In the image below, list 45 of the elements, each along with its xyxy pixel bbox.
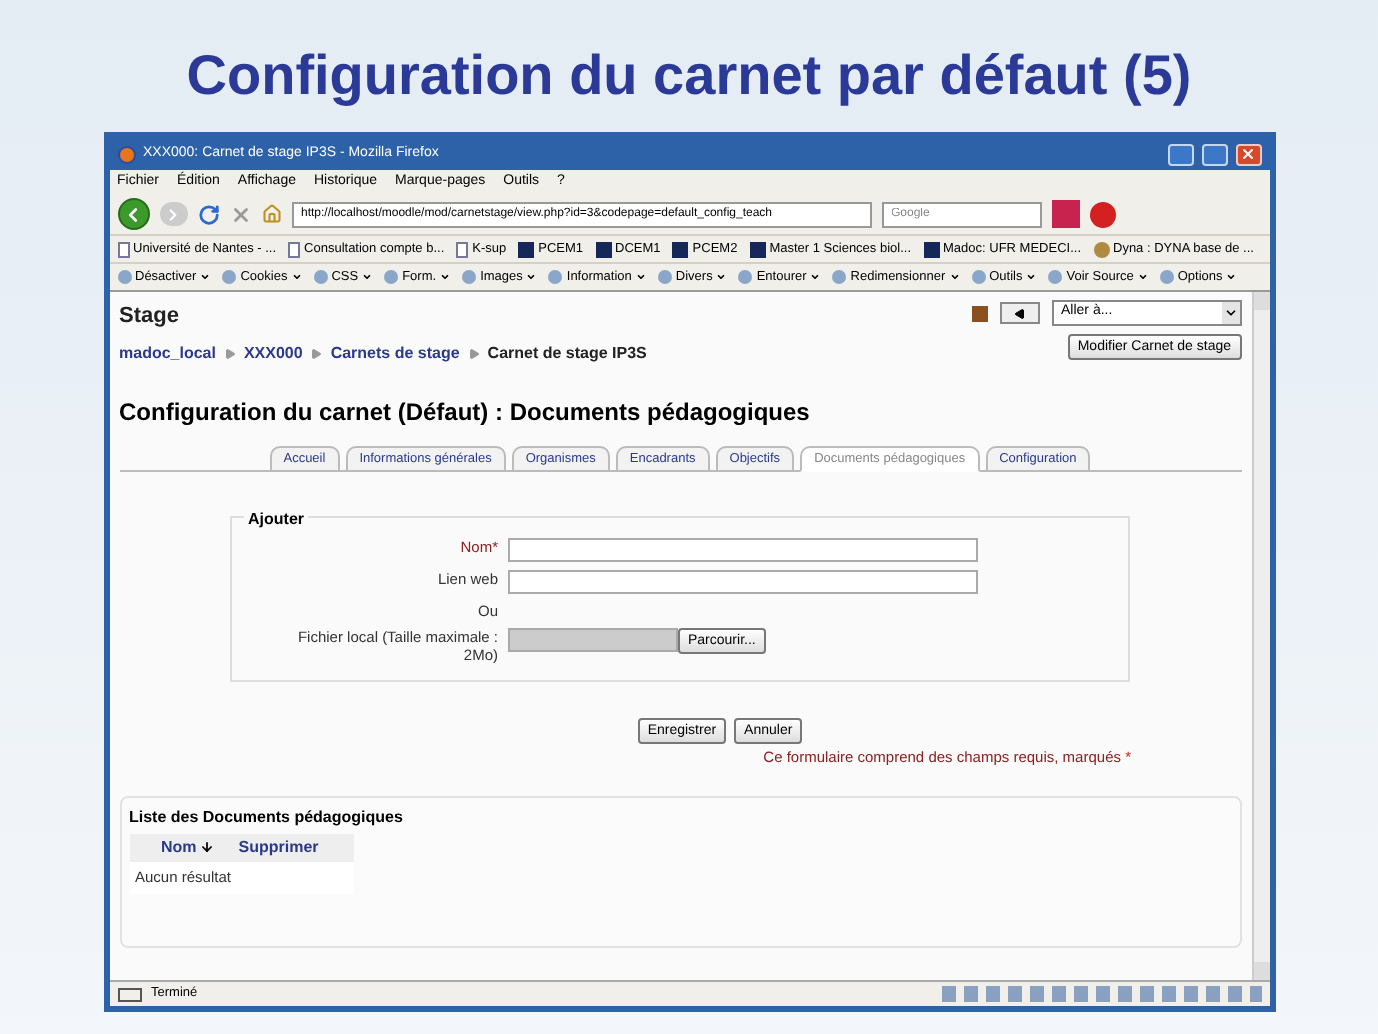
breadcrumb-arrow-icon bbox=[467, 347, 480, 359]
caret-icon bbox=[362, 272, 373, 282]
minimize-button[interactable] bbox=[1167, 143, 1193, 165]
home-icon[interactable] bbox=[261, 204, 281, 224]
text-field[interactable] bbox=[508, 569, 978, 593]
close-icon bbox=[1240, 146, 1256, 162]
breadcrumb-arrow-icon bbox=[310, 347, 323, 359]
caret-icon bbox=[635, 272, 646, 282]
caret-icon bbox=[291, 272, 302, 282]
reload-icon[interactable] bbox=[197, 203, 219, 225]
left-triangle-icon bbox=[1013, 307, 1025, 319]
form-legend: Ajouter bbox=[244, 507, 308, 531]
page-heading: Configuration du carnet (Défaut) : Documents pédagogiques bbox=[119, 395, 812, 429]
page-icon bbox=[117, 241, 129, 257]
caret-icon bbox=[526, 272, 537, 282]
column-header[interactable]: Nom bbox=[161, 835, 215, 860]
caret-icon bbox=[949, 272, 960, 282]
page-icon bbox=[288, 241, 301, 257]
caret-icon bbox=[810, 272, 821, 282]
status-bar-icon bbox=[117, 987, 141, 1001]
caret-icon bbox=[716, 272, 727, 282]
maximize-button[interactable] bbox=[1201, 143, 1227, 165]
text-field[interactable] bbox=[508, 537, 978, 561]
breadcrumb-link[interactable]: Carnets de stage bbox=[330, 341, 460, 365]
close-button[interactable] bbox=[1235, 143, 1261, 165]
breadcrumb-link[interactable]: madoc_local bbox=[119, 341, 216, 365]
caret-icon bbox=[440, 272, 451, 282]
breadcrumb-current: Carnet de stage IP3S bbox=[487, 341, 647, 365]
caret-icon bbox=[1226, 272, 1237, 282]
site-title: Stage bbox=[119, 302, 181, 332]
breadcrumb-link[interactable]: XXX000 bbox=[243, 341, 303, 365]
breadcrumb-arrow-icon bbox=[223, 347, 236, 359]
column-header[interactable]: Supprimer bbox=[238, 835, 319, 860]
previous-button[interactable] bbox=[999, 302, 1039, 324]
slide-title: Configuration du carnet par défaut (5) bbox=[186, 42, 1192, 110]
page-icon bbox=[456, 241, 469, 257]
back-button[interactable] bbox=[117, 198, 149, 230]
list-title: Liste des Documents pédagogiques bbox=[129, 805, 405, 830]
caret-icon bbox=[1137, 272, 1148, 282]
caret-icon bbox=[1221, 302, 1239, 324]
caret-icon bbox=[200, 272, 211, 282]
stop-icon[interactable] bbox=[229, 203, 251, 225]
file-field[interactable] bbox=[508, 628, 678, 652]
caret-icon bbox=[1026, 272, 1037, 282]
sort-arrow-icon bbox=[200, 840, 215, 855]
